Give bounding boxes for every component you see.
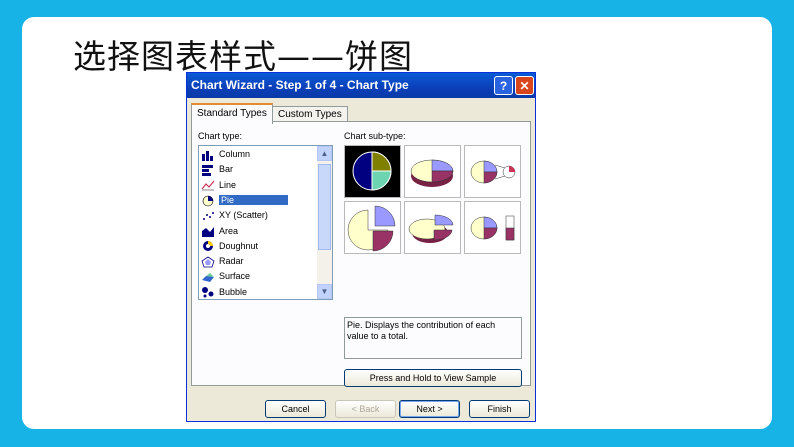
- subtype-exploded-3d-pie[interactable]: [404, 201, 461, 254]
- chart-type-label: Doughnut: [219, 240, 259, 251]
- close-button[interactable]: ✕: [515, 76, 534, 95]
- chart-type-item[interactable]: Line: [201, 178, 317, 193]
- chart-type-label: Bubble: [219, 286, 248, 297]
- finish-button[interactable]: Finish: [469, 400, 530, 418]
- column-chart-icon: [201, 149, 215, 161]
- chart-type-item[interactable]: Bar: [201, 162, 317, 177]
- chart-subtype-label: Chart sub-type:: [344, 131, 406, 141]
- subtype-pie[interactable]: [344, 145, 401, 198]
- chart-type-item[interactable]: Doughnut: [201, 239, 317, 254]
- chart-type-label: Line: [219, 179, 237, 190]
- cancel-button[interactable]: Cancel: [265, 400, 326, 418]
- chart-type-item[interactable]: Bubble: [201, 285, 317, 299]
- doughnut-chart-icon: [201, 240, 215, 252]
- chart-type-label: Bar: [219, 164, 234, 175]
- chart-type-label: Chart type:: [198, 131, 243, 141]
- line-chart-icon: [201, 179, 215, 191]
- chart-wizard-dialog: Chart Wizard - Step 1 of 4 - Chart Type …: [186, 72, 536, 422]
- list-scrollbar[interactable]: ▲ ▼: [317, 146, 332, 299]
- chart-type-list[interactable]: Column Bar Line Pie XY (Scatter) Area Doughnut…: [198, 145, 333, 300]
- pie-chart-icon: [201, 195, 215, 207]
- chart-type-label: XY (Scatter): [219, 210, 268, 221]
- tab-custom-types[interactable]: Custom Types: [272, 106, 348, 122]
- chart-type-label: Surface: [219, 271, 251, 282]
- chart-type-item[interactable]: XY (Scatter): [201, 208, 317, 223]
- chart-description: Pie. Displays the contribution of each v…: [344, 317, 522, 359]
- chart-type-item[interactable]: Pie: [201, 193, 317, 208]
- help-button[interactable]: ?: [494, 76, 513, 95]
- scroll-thumb[interactable]: [318, 164, 331, 250]
- chart-type-label: Radar: [219, 256, 244, 267]
- chart-type-label: Area: [219, 225, 239, 236]
- area-chart-icon: [201, 225, 215, 238]
- standard-types-panel: Chart type: Chart sub-type: Column Bar Lin…: [191, 121, 531, 387]
- scroll-down-icon[interactable]: ▼: [317, 284, 332, 299]
- dialog-title: Chart Wizard - Step 1 of 4 - Chart Type: [191, 78, 409, 92]
- scroll-up-icon[interactable]: ▲: [317, 146, 332, 161]
- view-sample-button[interactable]: Press and Hold to View Sample: [344, 369, 522, 387]
- subtype-pie-of-pie[interactable]: [464, 145, 521, 198]
- chart-type-label: Column: [219, 149, 251, 159]
- dialog-titlebar[interactable]: Chart Wizard - Step 1 of 4 - Chart Type …: [187, 73, 535, 98]
- tab-standard-types[interactable]: Standard Types: [191, 103, 273, 124]
- chart-type-item[interactable]: Radar: [201, 254, 317, 269]
- surface-chart-icon: [201, 271, 215, 283]
- back-button[interactable]: < Back: [335, 400, 396, 418]
- subtype-bar-of-pie[interactable]: [464, 201, 521, 254]
- chart-type-item[interactable]: Area: [201, 224, 317, 239]
- chart-subtype-grid: [344, 145, 521, 254]
- next-button[interactable]: Next >: [399, 400, 460, 418]
- subtype-exploded-pie[interactable]: [344, 201, 401, 254]
- subtype-3d-pie[interactable]: [404, 145, 461, 198]
- chart-type-item[interactable]: Column: [201, 147, 317, 162]
- scatter-chart-icon: [201, 210, 215, 222]
- chart-type-label: Pie: [219, 194, 289, 205]
- radar-chart-icon: [201, 256, 215, 268]
- slide-title: 选择图表样式——饼图: [73, 37, 413, 76]
- bar-chart-icon: [201, 164, 215, 176]
- bubble-chart-icon: [201, 286, 215, 298]
- chart-type-item[interactable]: Surface: [201, 269, 317, 284]
